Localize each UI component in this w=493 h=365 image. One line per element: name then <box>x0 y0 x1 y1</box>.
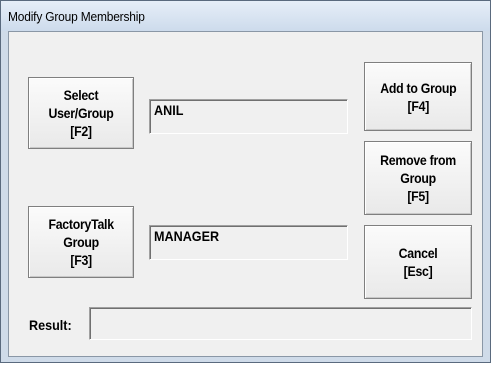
group-field-value: MANAGER <box>154 228 220 244</box>
window-title: Modify Group Membership <box>8 9 145 24</box>
group-field: MANAGER <box>149 225 348 260</box>
factorytalk-group-button[interactable]: FactoryTalk Group [F3] <box>28 206 134 278</box>
user-field: ANIL <box>149 99 348 134</box>
result-field <box>89 307 472 340</box>
add-to-group-button[interactable]: Add to Group [F4] <box>364 62 472 131</box>
select-user-group-button[interactable]: Select User/Group [F2] <box>28 77 134 149</box>
modify-group-membership-dialog: Modify Group Membership Select User/Grou… <box>0 0 491 363</box>
remove-from-group-button[interactable]: Remove from Group [F5] <box>364 141 472 215</box>
select-user-group-button-label: Select User/Group [F2] <box>48 87 114 139</box>
dialog-body: Select User/Group [F2] ANIL FactoryTalk … <box>8 31 483 357</box>
cancel-button[interactable]: Cancel [Esc] <box>364 225 472 299</box>
title-bar[interactable]: Modify Group Membership <box>1 1 490 31</box>
remove-from-group-button-label: Remove from Group [F5] <box>380 152 456 204</box>
factorytalk-group-button-label: FactoryTalk Group [F3] <box>48 216 114 268</box>
user-field-value: ANIL <box>154 102 184 118</box>
add-to-group-button-label: Add to Group [F4] <box>379 79 457 114</box>
result-label: Result: <box>29 317 72 333</box>
cancel-button-label: Cancel [Esc] <box>398 245 438 279</box>
